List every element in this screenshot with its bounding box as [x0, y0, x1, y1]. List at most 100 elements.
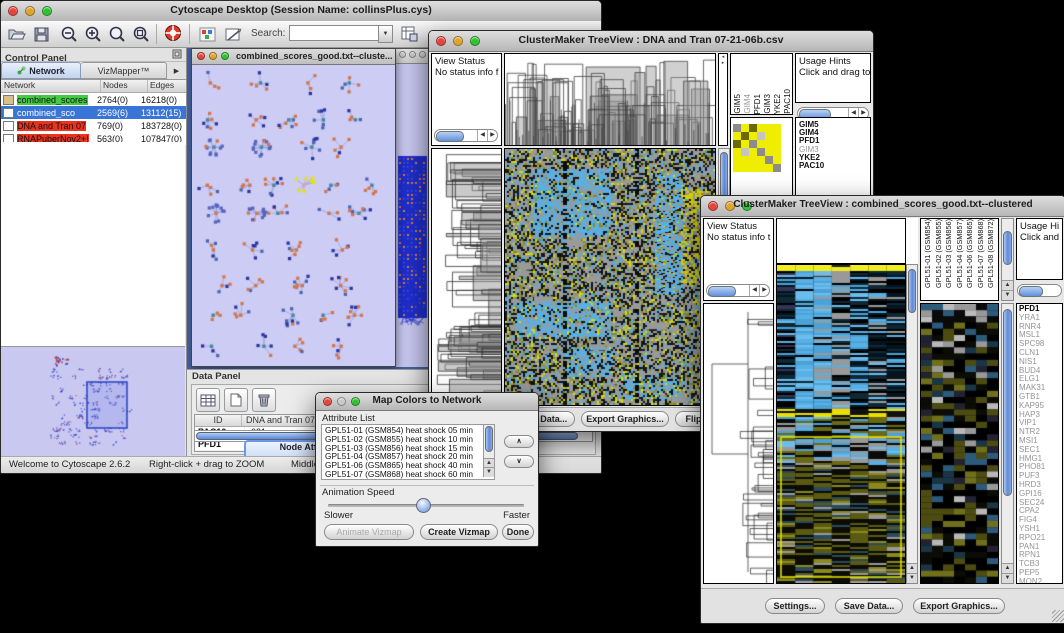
matrix-cell[interactable] [749, 140, 757, 148]
scrollbar-thumb[interactable] [1003, 309, 1012, 496]
scroll-right-icon[interactable]: ▶ [759, 285, 769, 296]
w2-column-label[interactable]: GPL51-03 (GSM856) [944, 219, 954, 288]
scroll-up-icon[interactable]: ▲ [1002, 280, 1013, 290]
network-table-row[interactable]: combined_scores2764(0)16218(0) [1, 93, 186, 106]
matrix-cell[interactable] [757, 156, 765, 164]
matrix-cell[interactable] [741, 164, 749, 172]
matrix-cell[interactable] [757, 148, 765, 156]
network-frame-titlebar[interactable]: combined_scores_good.txt--cluste... [192, 49, 395, 65]
matrix-cell[interactable] [765, 156, 773, 164]
matrix-cell[interactable] [749, 156, 757, 164]
attribute-list-item[interactable]: GPL51-07 (GSM868) heat shock 60 min [323, 470, 482, 479]
matrix-cell[interactable] [765, 132, 773, 140]
w2-column-dendrogram-area[interactable] [776, 218, 906, 264]
w1-column-label[interactable]: PFD1 [753, 94, 762, 114]
float-panel-icon[interactable] [172, 49, 182, 59]
scroll-down-icon[interactable]: ▼ [484, 467, 494, 477]
matrix-cell[interactable] [749, 164, 757, 172]
w2-titlebar[interactable]: ClusterMaker TreeView : combined_scores_… [701, 196, 1064, 217]
matrix-cell[interactable] [773, 148, 781, 156]
new-attribute-icon[interactable] [224, 388, 248, 412]
matrix-cell[interactable] [757, 164, 765, 172]
background-frame-titlebar[interactable] [396, 49, 431, 64]
frame-minimize-button[interactable] [209, 52, 217, 60]
w1-column-label[interactable]: PAC10 [783, 89, 792, 114]
matrix-cell[interactable] [773, 132, 781, 140]
matrix-cell[interactable] [757, 132, 765, 140]
help-lifering-icon[interactable] [163, 23, 183, 43]
w2-column-label[interactable]: GPL51-06 (GSM865) [965, 219, 975, 288]
col-header-nodes[interactable]: Nodes [101, 80, 148, 92]
frame-zoom-button[interactable] [419, 51, 426, 58]
attr-col-id[interactable]: ID [195, 415, 242, 426]
w1-column-label[interactable]: GIM4 [743, 94, 752, 114]
col-header-edges[interactable]: Edges [148, 80, 186, 92]
w1-column-label[interactable]: YKE2 [773, 94, 782, 114]
table-import-icon[interactable] [399, 24, 419, 44]
w2-column-label[interactable]: GPL51-04 (GSM857) [955, 219, 965, 288]
frame-close-button[interactable] [399, 51, 406, 58]
move-attribute-up-button[interactable]: ∧ [504, 435, 534, 448]
w1-heatmap[interactable] [504, 148, 716, 406]
scroll-right-icon[interactable]: ▶ [487, 130, 497, 141]
matrix-cell[interactable] [773, 156, 781, 164]
open-file-icon[interactable] [7, 24, 27, 44]
search-dropdown-arrow[interactable]: ▼ [378, 25, 393, 43]
scroll-up-icon[interactable]: ▲ [907, 563, 917, 573]
matrix-cell[interactable] [765, 124, 773, 132]
matrix-cell[interactable] [733, 140, 741, 148]
attribute-list[interactable]: GPL51-01 (GSM854) heat shock 05 minGPL51… [321, 424, 495, 480]
w1-status-scrollbar[interactable]: ◀▶ [434, 129, 498, 142]
scroll-down-icon[interactable]: ▼ [1002, 290, 1013, 300]
matrix-cell[interactable] [765, 148, 773, 156]
matrix-cell[interactable] [773, 140, 781, 148]
search-input[interactable] [289, 25, 379, 41]
matrix-cell[interactable] [765, 164, 773, 172]
w1-titlebar[interactable]: ClusterMaker TreeView : DNA and Tran 07-… [429, 31, 873, 52]
w2-status-scrollbar[interactable]: ◀▶ [706, 284, 770, 297]
w1-column-label[interactable]: GIM5 [733, 94, 742, 114]
matrix-cell[interactable] [733, 132, 741, 140]
done-button[interactable]: Done [502, 524, 534, 540]
matrix-cell[interactable] [749, 124, 757, 132]
scroll-down-icon[interactable]: ▼ [907, 573, 917, 583]
birdseye-view[interactable]: ▴ [1, 346, 185, 457]
w2-labels-vscrollbar[interactable]: ▲ ▼ [1001, 218, 1014, 301]
select-attributes-icon[interactable] [196, 388, 220, 412]
move-attribute-down-button[interactable]: ∨ [504, 455, 534, 468]
background-network-frame[interactable] [395, 48, 432, 366]
w2-row-dendrogram[interactable] [703, 303, 774, 584]
gene-label[interactable]: MON2 [1017, 578, 1062, 584]
tab-network[interactable]: Network [1, 62, 81, 79]
main-titlebar[interactable]: Cytoscape Desktop (Session Name: collins… [1, 1, 601, 22]
w2-zoom-heatmap[interactable] [920, 303, 999, 584]
dialog-titlebar[interactable]: Map Colors to Network [316, 393, 538, 411]
w2-gene-list[interactable]: PFD1YRA1RNR4MSL1SPC98CLN1NIS1BUD4ELG1MAK… [1016, 303, 1063, 584]
settings-button[interactable]: Settings... [765, 598, 825, 614]
network-name-cell[interactable]: combined_sco [1, 108, 97, 118]
scroll-left-icon[interactable]: ◀ [749, 285, 759, 296]
resize-grip[interactable] [1052, 610, 1064, 622]
col-header-network[interactable]: Network [1, 80, 101, 92]
network-name-cell[interactable]: combined_scores [1, 95, 97, 105]
zoom-in-icon[interactable] [83, 24, 103, 44]
matrix-cell[interactable] [757, 140, 765, 148]
scrollbar-thumb[interactable] [485, 426, 493, 452]
w2-gene-vscrollbar[interactable]: ▲ ▼ [1001, 303, 1014, 584]
w1-row-dendrogram[interactable] [431, 148, 502, 406]
annotation-icon[interactable] [223, 24, 243, 44]
matrix-cell[interactable] [741, 124, 749, 132]
delete-attribute-trash-icon[interactable] [252, 388, 276, 412]
scrollbar-thumb[interactable] [1019, 286, 1043, 297]
attribute-list-scrollbar[interactable]: ▲ ▼ [483, 425, 494, 477]
network-name-cell[interactable]: DNA and Tran 07 [1, 121, 97, 131]
matrix-cell[interactable] [765, 140, 773, 148]
matrix-cell[interactable] [733, 148, 741, 156]
scroll-up-icon[interactable]: ▲ [1002, 563, 1013, 573]
export-graphics-button[interactable]: Export Graphics... [913, 598, 1005, 614]
frame-zoom-button[interactable] [221, 52, 229, 60]
frame-close-button[interactable] [197, 52, 205, 60]
w2-usage-scrollbar[interactable] [1017, 284, 1062, 297]
scrollbar-thumb[interactable] [708, 286, 736, 297]
w2-global-heatmap[interactable] [776, 264, 906, 584]
